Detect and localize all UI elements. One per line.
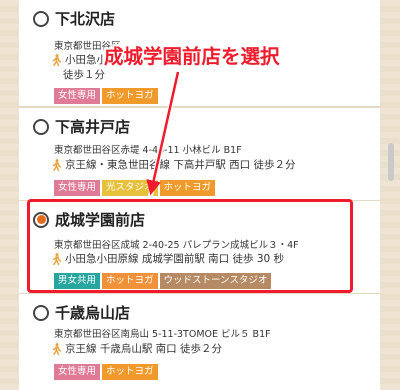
annotation-label: 成城学園前店を選択: [104, 45, 280, 68]
